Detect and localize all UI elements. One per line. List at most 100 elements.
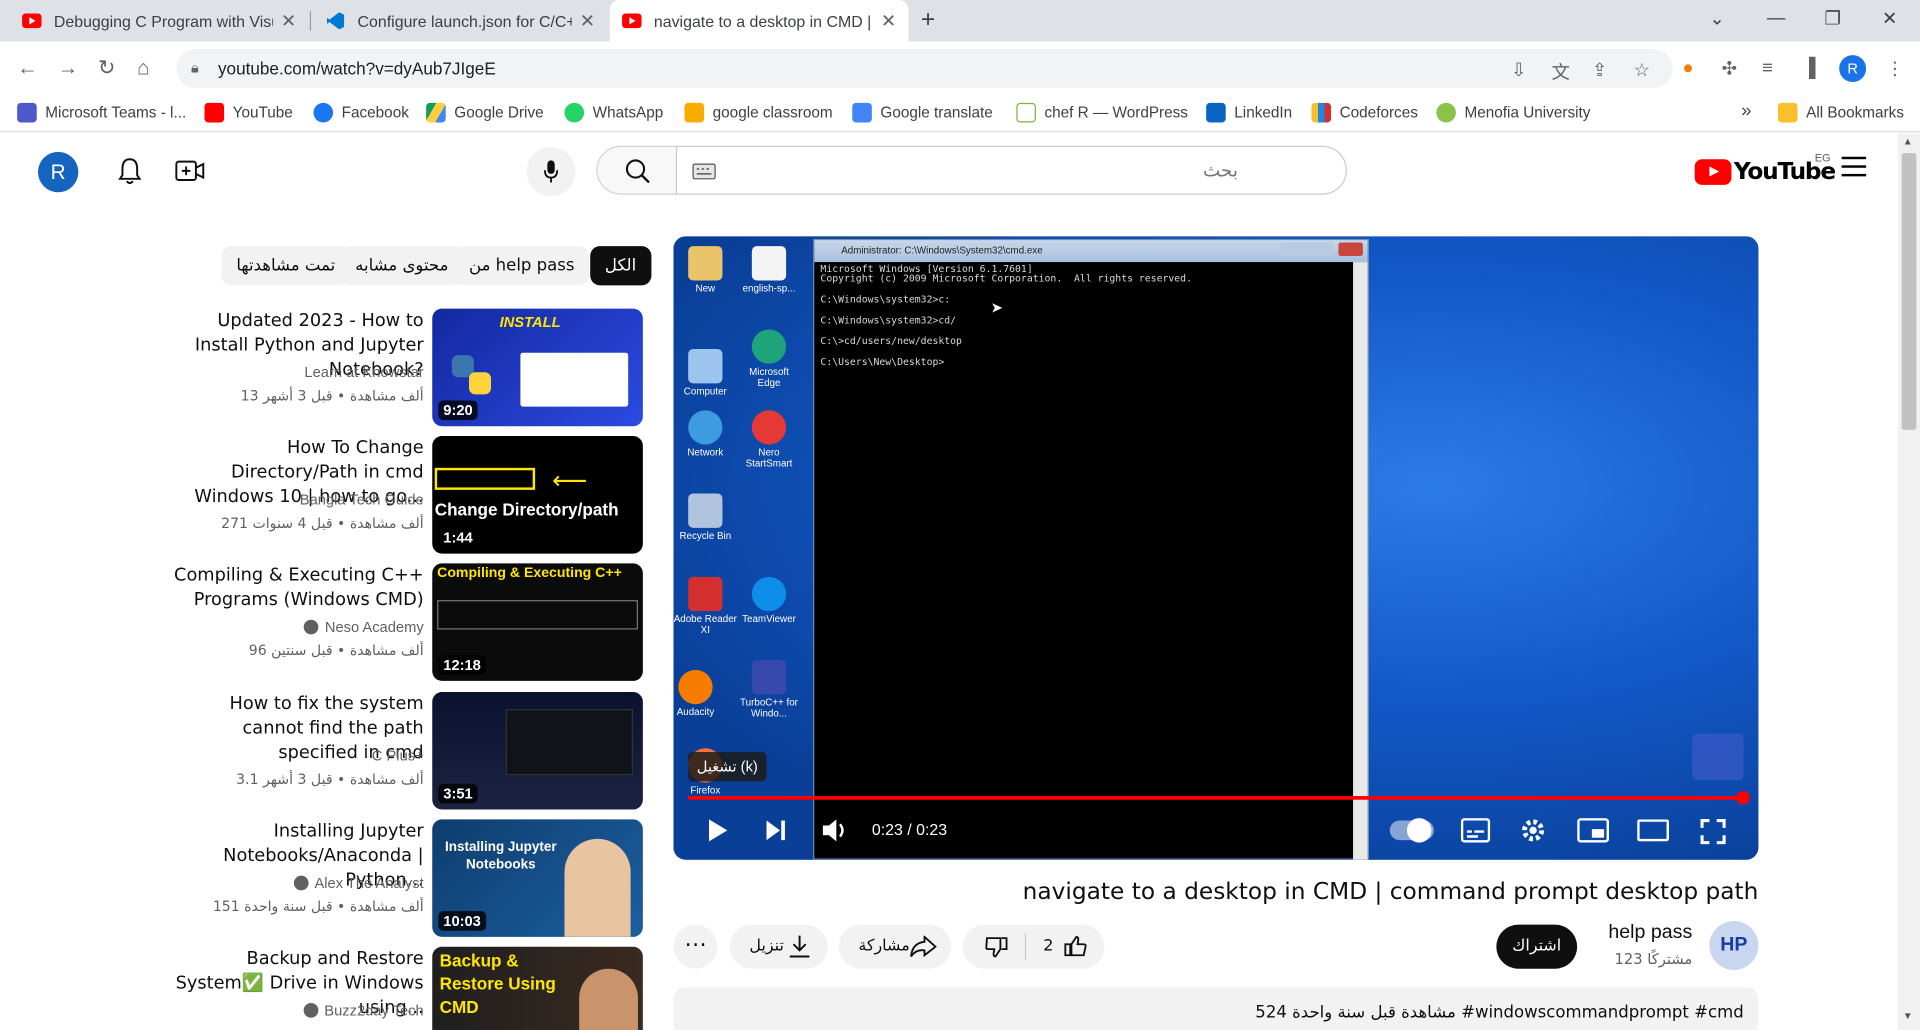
close-icon[interactable]: ✕ <box>881 10 896 32</box>
scrubber-handle[interactable] <box>1736 791 1750 805</box>
channel-name[interactable]: Alex The Analyst <box>293 874 424 892</box>
more-actions-icon[interactable]: ⋯ <box>673 924 718 969</box>
page-scrollbar[interactable]: ▲ ▼ <box>1897 133 1920 1030</box>
chip-watched[interactable]: تمت مشاهدتها <box>221 246 350 286</box>
like-icon[interactable] <box>1063 934 1087 957</box>
fullscreen-icon[interactable] <box>1700 818 1727 845</box>
home-icon[interactable]: ⌂ <box>137 56 150 80</box>
video-thumbnail[interactable]: INSTALL 9:20 <box>432 308 643 427</box>
suggested-video[interactable]: Compiling & Executing C++ 12:18 Compilin… <box>159 563 643 681</box>
video-thumbnail[interactable]: ⟵ Change Directory/path 1:44 <box>432 435 643 554</box>
hamburger-menu-icon[interactable] <box>1841 156 1867 183</box>
chip-all[interactable]: الكل <box>590 246 651 286</box>
video-thumbnail[interactable]: Installing Jupyter Notebooks 10:03 <box>432 819 643 937</box>
url-text[interactable]: youtube.com/watch?v=dyAub7JIgeE <box>218 59 496 79</box>
voice-search-button[interactable] <box>526 146 576 196</box>
suggested-video[interactable]: ⟵ Change Directory/path 1:44 How To Chan… <box>159 435 643 554</box>
profile-avatar[interactable]: R <box>1839 55 1867 83</box>
suggested-video[interactable]: Installing Jupyter Notebooks 10:03 Insta… <box>159 819 643 937</box>
video-meta: 151 ألف مشاهدة • قبل سنة واحدة <box>212 897 424 915</box>
notifications-bell-icon[interactable] <box>116 157 143 186</box>
play-icon[interactable] <box>705 817 729 844</box>
dislike-icon[interactable] <box>984 936 1008 959</box>
bookmark-teams[interactable]: Microsoft Teams - l... <box>17 102 186 123</box>
download-button[interactable]: تنزيل <box>729 924 828 969</box>
channel-name[interactable]: Learn at Knowstar <box>304 364 423 381</box>
scroll-down-icon[interactable]: ▼ <box>1903 1010 1913 1021</box>
miniplayer-icon[interactable] <box>1577 818 1609 843</box>
description-box[interactable]: 524 مشاهدة قبل سنة واحدة #windowscommand… <box>673 987 1759 1030</box>
like-count[interactable]: 2 <box>1043 925 1053 969</box>
channel-name[interactable]: Buzz2day Tech <box>303 1002 424 1019</box>
share-icon[interactable]: ⇪ <box>1592 59 1607 81</box>
suggested-video[interactable]: INSTALL 9:20 Updated 2023 - How to Insta… <box>159 308 643 427</box>
back-icon[interactable]: ← <box>17 56 38 80</box>
translate-icon[interactable]: 文 <box>1551 59 1569 85</box>
video-thumbnail[interactable]: Compiling & Executing C++ 12:18 <box>432 563 643 681</box>
channel-name[interactable]: C Plus+ <box>372 747 424 764</box>
tab-search-icon[interactable]: ⌄ <box>1709 7 1724 30</box>
account-avatar[interactable]: R <box>37 151 79 193</box>
video-thumbnail[interactable]: Backup & Restore Using CMD <box>432 946 643 1030</box>
bookmark-youtube[interactable]: YouTube <box>204 102 293 123</box>
bookmark-wordpress[interactable]: chef R — WordPress <box>1016 102 1188 123</box>
chip-from-channel[interactable]: من help pass <box>454 246 590 286</box>
scrollbar-thumb[interactable] <box>1901 153 1917 430</box>
reload-icon[interactable]: ↻ <box>98 56 115 80</box>
channel-watermark[interactable] <box>1692 733 1744 781</box>
close-window-button[interactable]: ✕ <box>1882 7 1897 30</box>
address-bar[interactable]: 🔒︎ youtube.com/watch?v=dyAub7JIgeE ⇩ 文 ⇪… <box>176 48 1673 89</box>
chip-related[interactable]: محتوى مشابه <box>340 246 464 286</box>
more-bookmarks-icon[interactable]: » <box>1741 100 1751 121</box>
install-app-icon[interactable]: ⇩ <box>1511 59 1526 81</box>
forward-icon[interactable]: → <box>58 56 79 80</box>
bookmark-codeforces[interactable]: Codeforces <box>1311 102 1418 123</box>
autoplay-toggle[interactable] <box>1389 818 1434 843</box>
bookmark-facebook[interactable]: Facebook <box>313 102 409 123</box>
share-button[interactable]: مشاركة <box>838 924 952 969</box>
video-title[interactable]: Compiling & Executing C++ Programs (Wind… <box>167 563 424 612</box>
verified-badge-icon <box>293 875 309 891</box>
channel-name-main[interactable]: help pass <box>1608 922 1692 944</box>
subscribe-button[interactable]: اشتراك <box>1496 924 1578 969</box>
bookmark-whatsapp[interactable]: WhatsApp <box>564 102 663 123</box>
create-video-icon[interactable] <box>175 158 206 185</box>
minimize-button[interactable]: — <box>1767 7 1785 28</box>
extensions-puzzle-icon[interactable]: ✣ <box>1722 58 1737 80</box>
subtitles-icon[interactable] <box>1460 818 1491 843</box>
progress-bar[interactable] <box>688 796 1744 800</box>
theater-mode-icon[interactable] <box>1637 819 1669 842</box>
restore-button[interactable]: ❐ <box>1825 7 1841 30</box>
bookmark-google-classroom[interactable]: google classroom <box>684 102 833 123</box>
tab-navigate-desktop[interactable]: navigate to a desktop in CMD | c ✕ <box>609 0 909 42</box>
bookmark-menofia[interactable]: Menofia University <box>1436 102 1590 123</box>
extension-icon[interactable]: ● <box>1682 58 1693 79</box>
channel-name[interactable]: Bangla Tech Guide <box>300 491 424 508</box>
bookmark-star-icon[interactable]: ☆ <box>1633 59 1649 81</box>
media-control-icon[interactable]: ≡ <box>1762 58 1773 79</box>
suggested-video[interactable]: 3:51 How to fix the system cannot find t… <box>159 691 643 810</box>
tab-debugging[interactable]: Debugging C Program with Visu ✕ <box>10 0 309 42</box>
more-menu-icon[interactable]: ⋮ <box>1886 58 1904 80</box>
settings-gear-icon[interactable] <box>1520 817 1547 844</box>
channel-name[interactable]: Neso Academy <box>304 618 424 636</box>
tab-configure-launch[interactable]: Configure launch.json for C/C+ ✕ <box>313 0 607 42</box>
video-player[interactable]: New english-sp... Computer Microsoft Edg… <box>673 236 1759 860</box>
all-bookmarks[interactable]: All Bookmarks <box>1777 102 1904 123</box>
site-info-icon[interactable]: 🔒︎ <box>191 59 199 77</box>
bookmark-linkedin[interactable]: LinkedIn <box>1206 102 1292 123</box>
bookmark-google-drive[interactable]: Google Drive <box>426 102 544 123</box>
suggested-video[interactable]: Backup & Restore Using CMD Backup and Re… <box>159 946 643 1030</box>
new-tab-button[interactable]: + <box>921 6 935 34</box>
close-icon[interactable]: ✕ <box>281 10 296 32</box>
search-input[interactable] <box>677 146 1290 194</box>
search-button[interactable] <box>596 145 678 195</box>
side-panel-icon[interactable]: ▐ <box>1802 58 1815 79</box>
bookmark-google-translate[interactable]: Google translate <box>852 102 993 123</box>
volume-icon[interactable] <box>820 817 849 844</box>
next-icon[interactable] <box>764 819 788 841</box>
close-icon[interactable]: ✕ <box>580 10 595 32</box>
scroll-up-icon[interactable]: ▲ <box>1903 136 1913 147</box>
video-thumbnail[interactable]: 3:51 <box>432 691 643 810</box>
channel-avatar[interactable]: HP <box>1709 920 1759 970</box>
